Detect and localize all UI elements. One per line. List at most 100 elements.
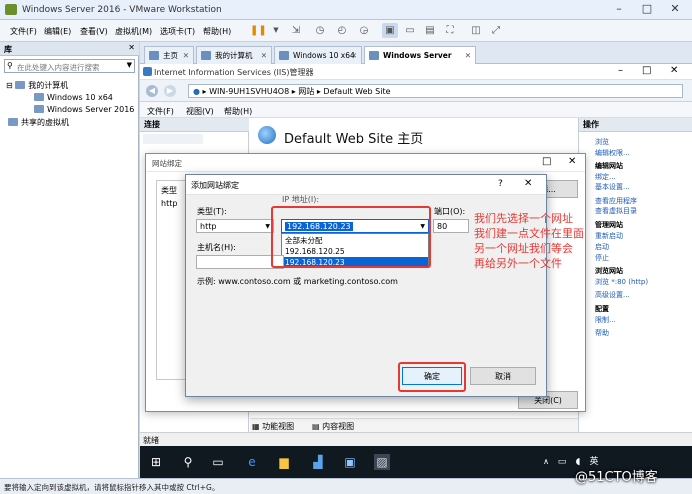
action-basic-settings[interactable]: 基本设置...	[595, 182, 630, 192]
action-help[interactable]: 帮助	[595, 328, 609, 338]
back-icon[interactable]: ◀	[146, 85, 158, 97]
iis-app-icon	[143, 67, 152, 76]
breadcrumb[interactable]: ● ▸ WIN-9UH1SVHU4O8 ▸ 网站 ▸ Default Web S…	[188, 84, 683, 98]
example-text: 示例: www.contoso.com 或 marketing.contoso.…	[197, 277, 398, 286]
library-search-box[interactable]: ⚲ 在此处键入内容进行搜索 ▼	[4, 59, 135, 73]
tab-features-view[interactable]: ▦ 功能视图	[252, 421, 294, 432]
cancel-button[interactable]: 取消	[470, 367, 536, 385]
active-app-icon[interactable]: ▨	[374, 454, 390, 470]
status-text: 就绪	[143, 436, 159, 445]
tab-close-icon[interactable]: ✕	[261, 47, 267, 64]
menu-view[interactable]: 查看(V)	[80, 26, 108, 37]
tab-server2016[interactable]: Windows Server 2016✕	[364, 46, 476, 77]
vm-icon	[34, 93, 44, 101]
tab-home[interactable]: 主页 ✕	[144, 46, 194, 64]
iis-menu-view[interactable]: 视图(V)	[186, 106, 214, 117]
computer-icon	[15, 81, 26, 89]
vmware-menu-bar: 文件(F) 编辑(E) 查看(V) 虚拟机(M) 选项卡(T) 帮助(H) ❚❚…	[0, 20, 692, 42]
snapshot-icon[interactable]: ◷	[312, 23, 328, 38]
host-label: 主机名(H):	[197, 243, 236, 252]
minimize-icon[interactable]: –	[610, 2, 628, 16]
tree-my-computer[interactable]: ⊟ 我的计算机	[6, 80, 68, 91]
stretch-icon[interactable]: ⤢	[488, 23, 504, 38]
vm-icon	[34, 105, 44, 113]
watermark: @51CTO博客	[575, 470, 658, 485]
menu-vm[interactable]: 虚拟机(M)	[115, 26, 152, 37]
search-icon[interactable]: ⚲	[180, 454, 196, 470]
console-view-icon[interactable]: ▤	[422, 23, 438, 38]
iis-minimize-icon[interactable]: –	[618, 65, 623, 76]
tab-content-view[interactable]: ▤ 内容视图	[312, 421, 354, 432]
breadcrumb-sites[interactable]: 网站	[298, 87, 314, 96]
action-heading-configure: 配置	[595, 305, 609, 313]
actions-header: 操作	[579, 118, 692, 132]
globe-icon: ●	[193, 87, 200, 96]
vm-icon	[279, 51, 289, 60]
pause-icon[interactable]: ❚❚	[250, 23, 267, 38]
iis-maximize-icon[interactable]: □	[642, 65, 651, 76]
dialog-maximize-icon[interactable]: □	[542, 156, 551, 167]
tray-chevron-icon[interactable]: ∧	[538, 454, 554, 470]
maximize-icon[interactable]: □	[638, 2, 656, 16]
dialog-close-icon[interactable]: ✕	[568, 156, 576, 167]
tab-win10[interactable]: Windows 10 x64 ✕	[274, 46, 362, 64]
ip-label: IP 地址(I):	[282, 195, 320, 204]
task-view-icon[interactable]: ▭	[210, 454, 226, 470]
action-bindings[interactable]: 绑定...	[595, 172, 616, 182]
action-browse[interactable]: 浏览	[595, 137, 609, 147]
dropdown-arrow-icon[interactable]: ▼	[268, 23, 284, 38]
annotation-text: 我们先选择一个网址 我们建一点文件在里面 另一个网址我们等会 再给另外一个文件	[474, 211, 644, 281]
sidebar-view-icon[interactable]: ▣	[382, 23, 398, 38]
tree-vm-server2016[interactable]: Windows Server 2016	[34, 105, 134, 114]
iis-menu-help[interactable]: 帮助(H)	[224, 106, 252, 117]
tree-vm-win10[interactable]: Windows 10 x64	[34, 93, 113, 102]
send-keys-icon[interactable]: ⇲	[288, 23, 304, 38]
unity-icon[interactable]: ◫	[468, 23, 484, 38]
action-heading-edit-site: 编辑网站	[595, 162, 623, 170]
iis-close-icon[interactable]: ✕	[670, 65, 678, 76]
close-icon[interactable]: ✕	[666, 2, 684, 16]
collapse-icon[interactable]: ⊟	[6, 81, 13, 90]
menu-tabs[interactable]: 选项卡(T)	[160, 26, 195, 37]
edge-icon[interactable]: e	[244, 454, 260, 470]
manage-snapshots-icon[interactable]: ◶	[356, 23, 372, 38]
iis-menu-file[interactable]: 文件(F)	[147, 106, 174, 117]
tree-shared-vms[interactable]: 共享的虚拟机	[8, 117, 69, 128]
iis-manager-icon[interactable]: ▣	[342, 454, 358, 470]
action-view-apps[interactable]: 查看应用程序	[595, 196, 637, 206]
search-icon: ⚲	[7, 61, 13, 70]
action-limits[interactable]: 限制...	[595, 315, 616, 325]
action-edit-permissions[interactable]: 编辑权限...	[595, 148, 630, 158]
tab-my-computer[interactable]: 我的计算机 ✕	[196, 46, 272, 64]
iis-window-title: Internet Information Services (IIS)管理器	[154, 68, 314, 77]
network-icon[interactable]: ▭	[554, 454, 570, 470]
tab-close-icon[interactable]: ✕	[465, 47, 471, 64]
connections-toolbar[interactable]	[143, 134, 203, 144]
action-advanced-settings[interactable]: 高级设置...	[595, 290, 630, 300]
server-manager-icon[interactable]: ▟	[310, 454, 326, 470]
breadcrumb-site[interactable]: Default Web Site	[323, 87, 390, 96]
highlight-ok-box	[398, 362, 466, 392]
library-close-icon[interactable]: ✕	[128, 43, 135, 52]
annotation-line-1: 我们先选择一个网址	[474, 212, 573, 225]
help-icon[interactable]: ?	[498, 179, 503, 189]
type-select[interactable]: http ▼	[196, 219, 274, 233]
thumbnail-view-icon[interactable]: ▭	[402, 23, 418, 38]
bindings-row-type[interactable]: http	[161, 199, 177, 208]
chevron-down-icon: ▼	[265, 223, 270, 230]
explorer-icon[interactable]: ▆	[276, 454, 292, 470]
fullscreen-icon[interactable]: ⛶	[442, 23, 458, 38]
breadcrumb-server[interactable]: WIN-9UH1SVHU4O8	[209, 87, 289, 96]
port-input[interactable]: 80	[433, 219, 469, 233]
revert-snapshot-icon[interactable]: ◴	[334, 23, 350, 38]
menu-edit[interactable]: 编辑(E)	[44, 26, 71, 37]
menu-file[interactable]: 文件(F)	[10, 26, 37, 37]
add-binding-close-icon[interactable]: ✕	[524, 178, 532, 189]
start-icon[interactable]: ⊞	[148, 454, 164, 470]
menu-help[interactable]: 帮助(H)	[203, 26, 231, 37]
search-dropdown-icon[interactable]: ▼	[127, 61, 132, 69]
site-globe-icon	[258, 126, 276, 144]
forward-icon[interactable]: ▶	[164, 85, 176, 97]
tab-close-icon[interactable]: ✕	[351, 47, 357, 64]
tab-close-icon[interactable]: ✕	[183, 47, 189, 64]
